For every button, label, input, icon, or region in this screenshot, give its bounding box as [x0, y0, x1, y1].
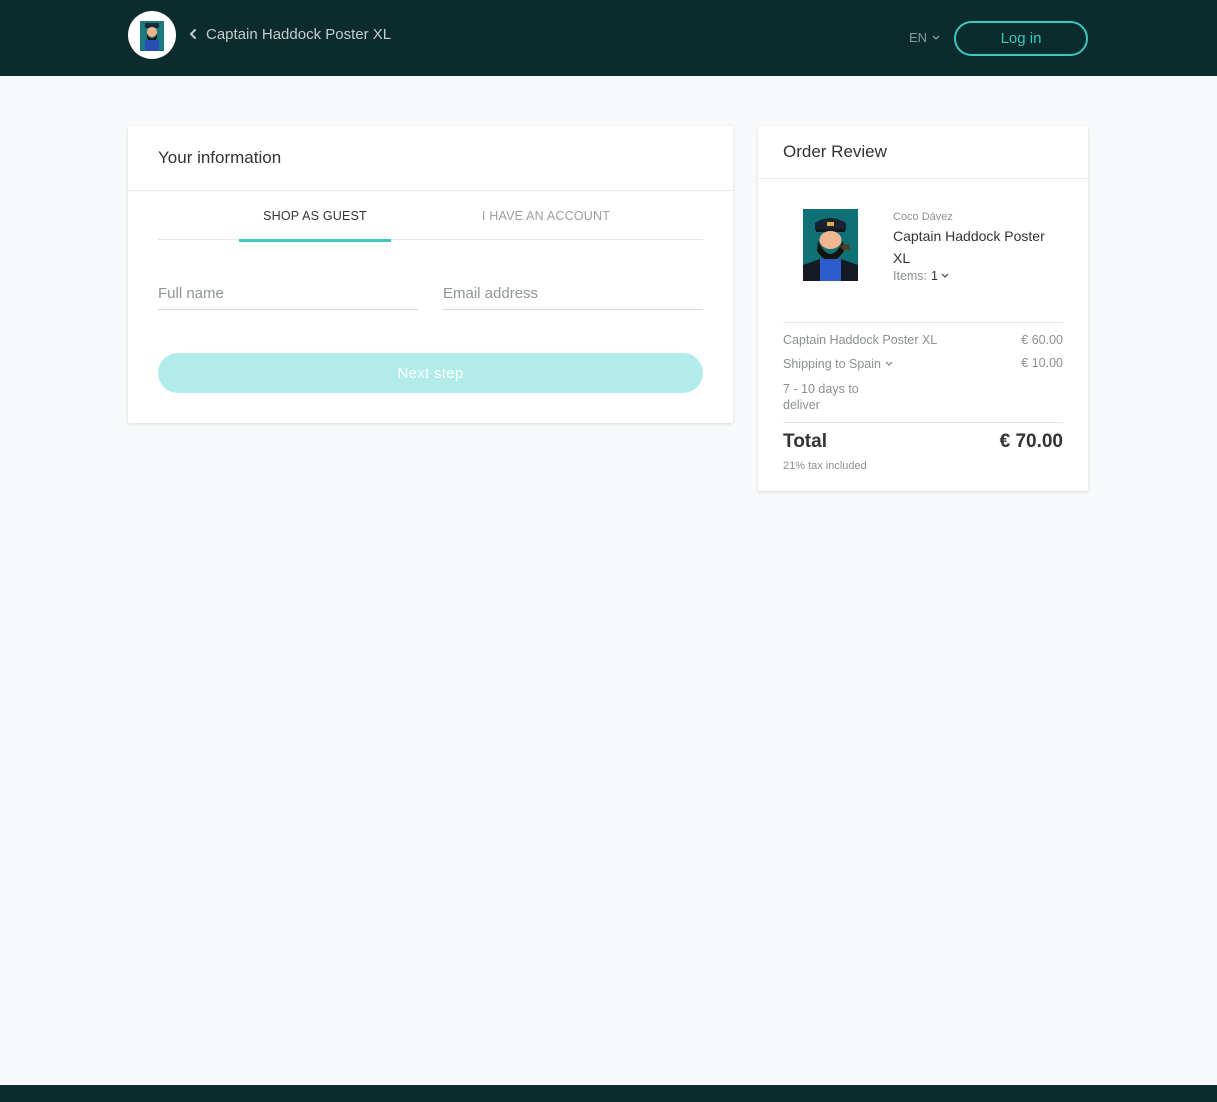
- line-item-label: Captain Haddock Poster XL: [783, 333, 938, 347]
- information-card: Your information SHOP AS GUEST I HAVE AN…: [128, 126, 733, 423]
- items-label: Items:: [893, 269, 928, 283]
- items-selector[interactable]: Items: 1: [893, 269, 949, 283]
- full-name-field: [158, 281, 418, 310]
- chevron-down-icon: [885, 361, 893, 366]
- footer-bar: [0, 1085, 1217, 1102]
- tax-note: 21% tax included: [783, 460, 867, 472]
- chevron-down-icon: [941, 273, 949, 278]
- poster-image: [803, 209, 858, 281]
- email-field: [443, 281, 703, 310]
- checkout-tabs: SHOP AS GUEST I HAVE AN ACCOUNT: [158, 191, 703, 242]
- top-bar: Captain Haddock Poster XL EN Log in: [0, 0, 1217, 76]
- language-label: EN: [909, 30, 928, 45]
- shipping-price: € 10.00: [1021, 356, 1063, 370]
- delivery-estimate: 7 - 10 days to deliver: [783, 382, 859, 412]
- tab-shop-as-guest[interactable]: SHOP AS GUEST: [239, 191, 391, 242]
- seller-name: Coco Dávez: [893, 211, 953, 223]
- divider: [783, 422, 1063, 423]
- shipping-selector[interactable]: Shipping to Spain: [783, 357, 893, 371]
- line-item-price: € 60.00: [1021, 333, 1063, 347]
- back-link[interactable]: Captain Haddock Poster XL: [186, 24, 391, 44]
- items-quantity: 1: [931, 269, 938, 283]
- product-title: Captain Haddock Poster XL: [206, 25, 392, 43]
- language-selector[interactable]: EN: [909, 30, 940, 45]
- total-value: € 70.00: [999, 431, 1063, 452]
- information-title: Your information: [128, 126, 733, 191]
- chevron-down-icon: [932, 35, 940, 40]
- order-review-card: Order Review Coco Dávez Captain Haddock …: [758, 126, 1088, 491]
- full-name-input[interactable]: [158, 281, 418, 302]
- total-label: Total: [783, 431, 827, 452]
- divider: [783, 322, 1063, 323]
- product-name: Captain Haddock Poster XL: [893, 228, 1045, 266]
- chevron-left-icon: [189, 29, 196, 39]
- avatar-image: [140, 21, 164, 51]
- shipping-label: Shipping to Spain: [783, 357, 881, 371]
- next-step-button[interactable]: Next step: [158, 353, 703, 393]
- login-button[interactable]: Log in: [954, 21, 1088, 56]
- tab-i-have-an-account[interactable]: I HAVE AN ACCOUNT: [468, 191, 624, 240]
- order-review-title: Order Review: [758, 126, 1088, 179]
- poster-thumbnail: [803, 209, 858, 281]
- avatar[interactable]: [128, 11, 176, 59]
- email-input[interactable]: [443, 281, 703, 302]
